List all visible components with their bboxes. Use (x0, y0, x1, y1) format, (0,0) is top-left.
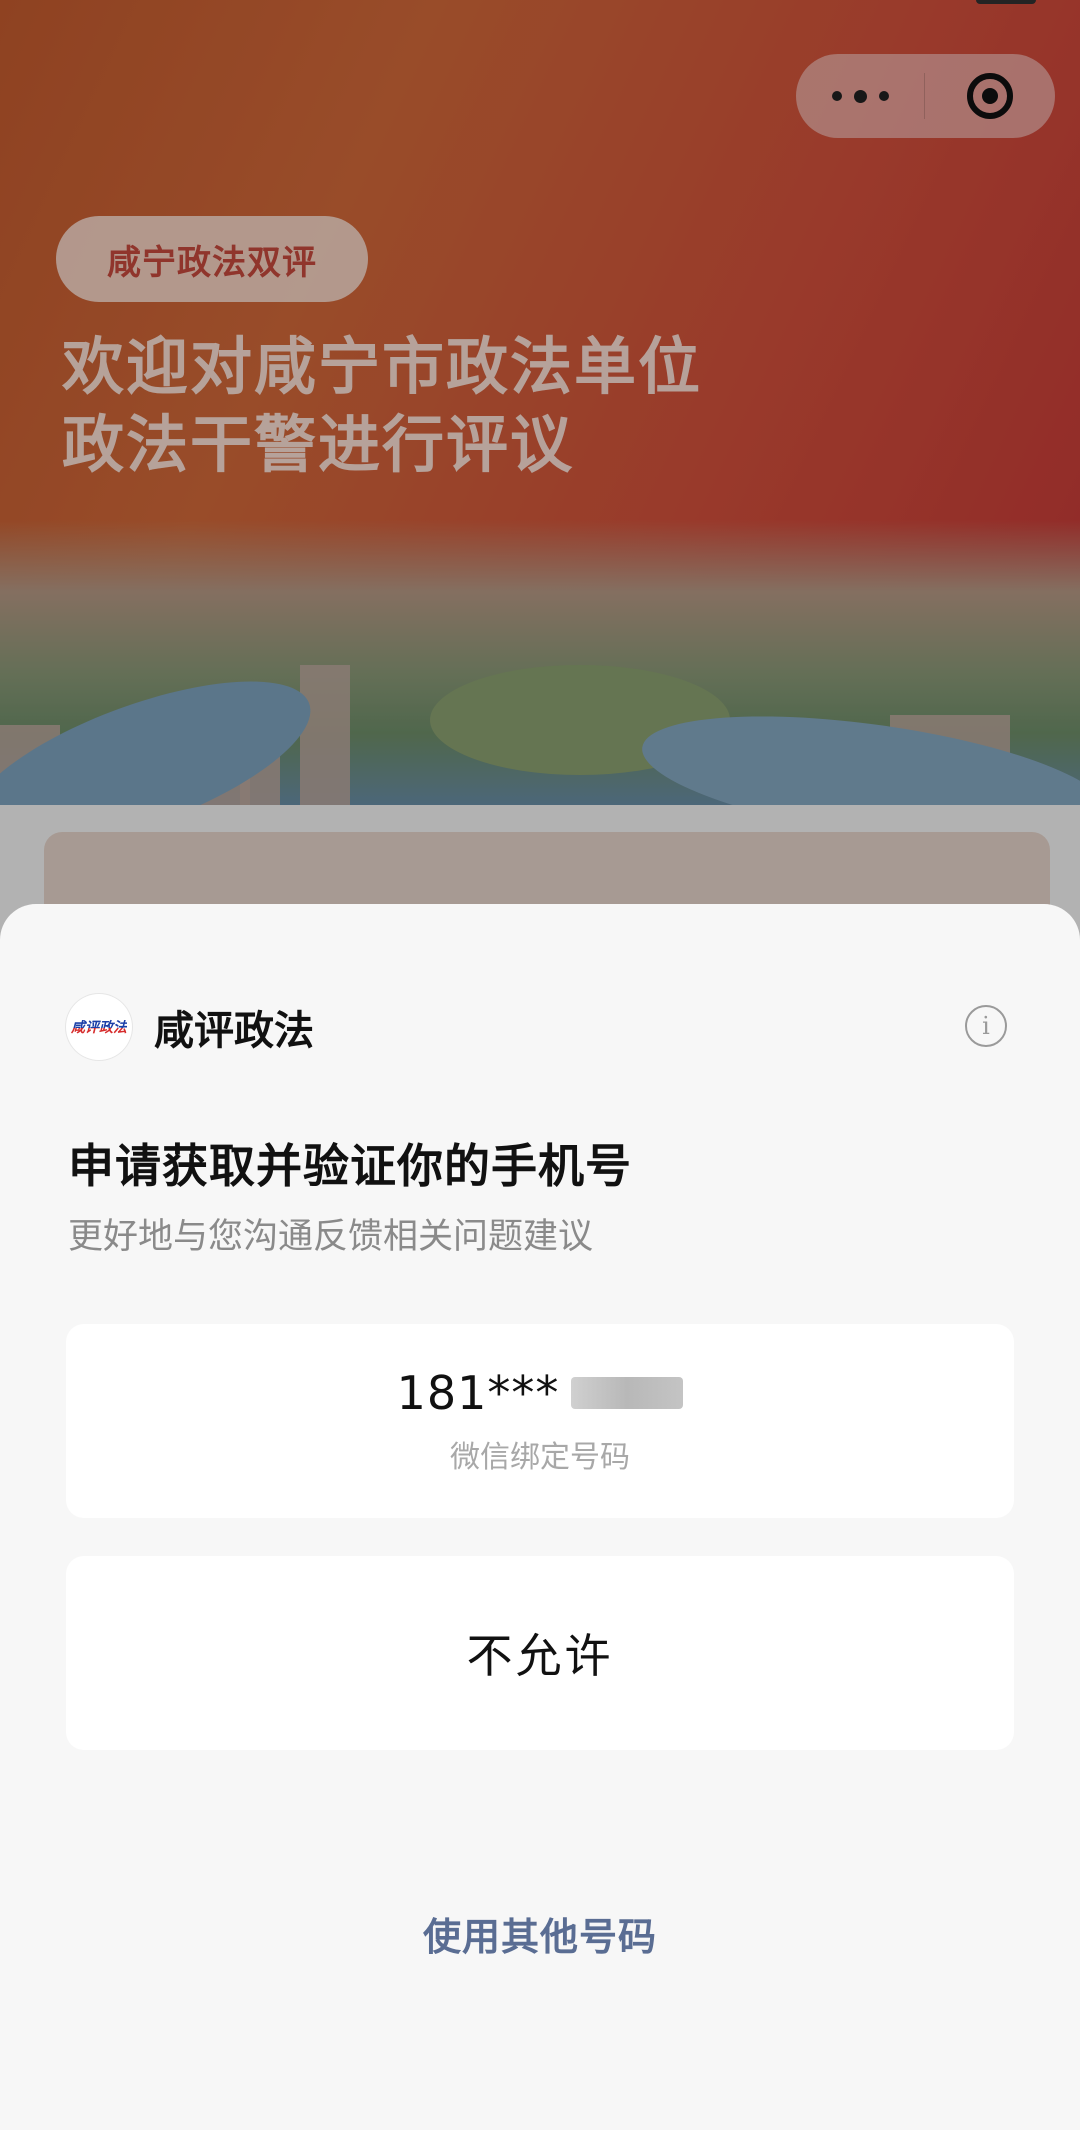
phone-number: 181*** (396, 1366, 560, 1420)
deny-label: 不允许 (466, 1629, 614, 1683)
app-header: 咸评政法 咸评政法 (66, 994, 314, 1060)
sheet-title: 申请获取并验证你的手机号 (68, 1139, 632, 1193)
wechat-phone-option[interactable]: 181*** 微信绑定号码 (66, 1324, 1014, 1518)
phone-number-row: 181*** (397, 1366, 684, 1420)
app-name: 咸评政法 (154, 1008, 314, 1054)
use-other-number-link[interactable]: 使用其他号码 (0, 1906, 1080, 1961)
phone-option-label: 微信绑定号码 (450, 1440, 630, 1475)
deny-button[interactable]: 不允许 (66, 1556, 1014, 1750)
app-logo: 咸评政法 (66, 994, 132, 1060)
phone-number-mask (571, 1377, 684, 1409)
info-icon[interactable]: i (965, 1005, 1007, 1047)
sheet-subtitle: 更好地与您沟通反馈相关问题建议 (68, 1217, 594, 1257)
